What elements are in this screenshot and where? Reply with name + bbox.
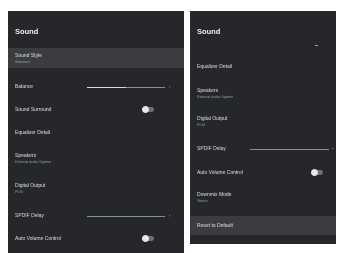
menu-item-equalizer-detail[interactable]: Equalizer Detail — [8, 125, 184, 139]
menu-item-label: Auto Volume Control — [15, 236, 61, 242]
panel-title: Sound — [15, 27, 39, 36]
menu-item-value: Stereo — [197, 199, 208, 203]
menu-item-sound-surround[interactable]: Sound Surround — [8, 102, 184, 116]
menu-item-downmix-mode[interactable]: Downmix Mode Stereo — [190, 187, 336, 207]
toggle-knob — [142, 235, 149, 242]
menu-item-label: Digital Output — [15, 183, 46, 189]
menu-item-label: Equalizer Detail — [15, 130, 51, 136]
menu-item-label: Reset to Default — [197, 223, 233, 229]
menu-item-label: Auto Volume Control — [197, 170, 243, 176]
menu-item-label: Speakers — [197, 88, 219, 94]
menu-item-equalizer-detail[interactable]: Equalizer Detail — [190, 59, 336, 73]
sound-settings-panel-left: Sound Sound Style Standard Balance › Sou… — [8, 11, 184, 253]
menu-item-label: Digital Output — [197, 116, 228, 122]
menu-item-speakers[interactable]: Speakers External Audio System — [8, 148, 184, 168]
toggle-knob — [311, 169, 318, 176]
menu-item-sound-style[interactable]: Sound Style Standard — [8, 48, 184, 68]
spdif-delay-slider[interactable] — [250, 149, 329, 150]
auto-volume-toggle[interactable] — [311, 169, 323, 176]
auto-volume-toggle[interactable] — [142, 235, 154, 242]
balance-slider[interactable] — [87, 87, 165, 88]
menu-item-value: PCM — [15, 190, 23, 194]
scroll-indicator — [315, 45, 318, 46]
toggle-knob — [142, 106, 149, 113]
menu-item-label: Speakers — [15, 153, 37, 159]
menu-item-spdif-delay[interactable]: SPDIF Delay › — [190, 141, 336, 155]
sound-surround-toggle[interactable] — [142, 106, 154, 113]
menu-item-auto-volume-control[interactable]: Auto Volume Control — [190, 165, 336, 179]
menu-item-reset-to-default[interactable]: Reset to Default — [190, 216, 336, 235]
menu-item-label: Equalizer Detail — [197, 64, 233, 70]
menu-item-spdif-delay[interactable]: SPDIF Delay › — [8, 208, 184, 222]
menu-item-value: External Audio System — [15, 160, 52, 164]
menu-item-label: Sound Style — [15, 53, 42, 59]
chevron-right-icon: › — [169, 213, 171, 218]
menu-item-label: SPDIF Delay — [197, 146, 226, 152]
menu-item-value: External Audio System — [197, 95, 234, 99]
menu-item-value: PCM — [197, 123, 205, 127]
menu-item-label: Sound Surround — [15, 107, 52, 113]
menu-item-auto-volume-control[interactable]: Auto Volume Control — [8, 231, 184, 245]
menu-item-value: Standard — [15, 60, 30, 64]
menu-item-balance[interactable]: Balance › — [8, 79, 184, 93]
menu-item-label: Balance — [15, 84, 34, 90]
menu-item-label: Downmix Mode — [197, 192, 232, 198]
menu-item-label: SPDIF Delay — [15, 213, 44, 219]
chevron-right-icon: › — [169, 84, 171, 89]
chevron-right-icon: › — [332, 146, 334, 151]
panel-title: Sound — [197, 27, 221, 36]
menu-item-digital-output[interactable]: Digital Output PCM — [190, 111, 336, 131]
spdif-delay-slider[interactable] — [87, 216, 165, 217]
menu-item-speakers[interactable]: Speakers External Audio System — [190, 83, 336, 103]
menu-item-digital-output[interactable]: Digital Output PCM — [8, 178, 184, 198]
sound-settings-panel-right: Sound Equalizer Detail Speakers External… — [190, 11, 336, 244]
balance-slider-fill — [87, 87, 126, 88]
